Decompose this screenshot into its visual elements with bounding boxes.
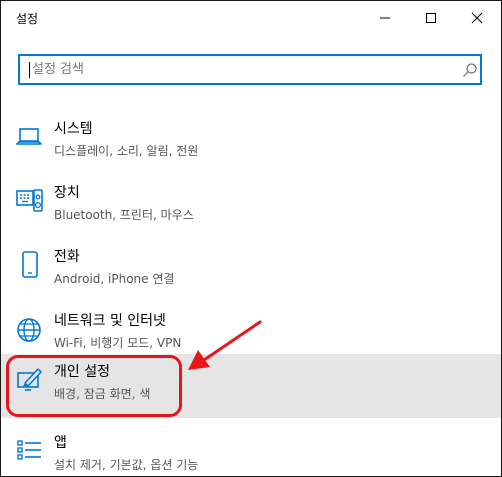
maximize-icon — [426, 13, 436, 23]
settings-item-system[interactable]: 시스템 디스플레이, 소리, 알림, 전원 — [1, 111, 501, 175]
devices-icon — [16, 189, 43, 212]
search-box[interactable] — [18, 54, 482, 85]
item-subtitle: 배경, 잠금 화면, 색 — [54, 387, 151, 401]
search-input[interactable] — [32, 56, 452, 83]
settings-window: 설정 시스템 디 — [0, 0, 502, 477]
item-title: 개인 설정 — [54, 364, 110, 380]
item-title: 전화 — [54, 249, 80, 265]
item-subtitle: 설치 제거, 기본값, 옵션 기능 — [54, 458, 199, 472]
close-icon — [471, 12, 483, 24]
laptop-icon — [16, 128, 42, 145]
item-title: 네트워크 및 인터넷 — [54, 313, 166, 329]
search-icon[interactable] — [462, 62, 478, 78]
item-subtitle: Bluetooth, 프린터, 마우스 — [54, 208, 194, 222]
minimize-button[interactable] — [362, 1, 408, 35]
close-button[interactable] — [454, 1, 500, 35]
maximize-button[interactable] — [408, 1, 454, 35]
settings-item-personalization[interactable]: 개인 설정 배경, 잠금 화면, 색 — [1, 354, 501, 418]
globe-icon — [17, 318, 41, 342]
window-title: 설정 — [16, 12, 39, 26]
item-title: 장치 — [54, 185, 80, 201]
item-subtitle: Android, iPhone 연결 — [54, 272, 175, 286]
title-bar: 설정 — [1, 1, 501, 37]
item-title: 앱 — [54, 435, 67, 451]
settings-item-phone[interactable]: 전화 Android, iPhone 연결 — [1, 239, 501, 303]
apps-icon — [17, 440, 41, 460]
phone-icon — [22, 251, 38, 278]
settings-item-apps[interactable]: 앱 설치 제거, 기본값, 옵션 기능 — [1, 425, 501, 476]
minimize-icon — [380, 17, 390, 19]
item-title: 시스템 — [54, 121, 93, 137]
settings-item-devices[interactable]: 장치 Bluetooth, 프린터, 마우스 — [1, 175, 501, 239]
text-cursor — [29, 62, 30, 78]
personalization-icon — [17, 368, 42, 391]
item-subtitle: 디스플레이, 소리, 알림, 전원 — [54, 144, 199, 158]
item-subtitle: Wi-Fi, 비행기 모드, VPN — [54, 336, 182, 350]
